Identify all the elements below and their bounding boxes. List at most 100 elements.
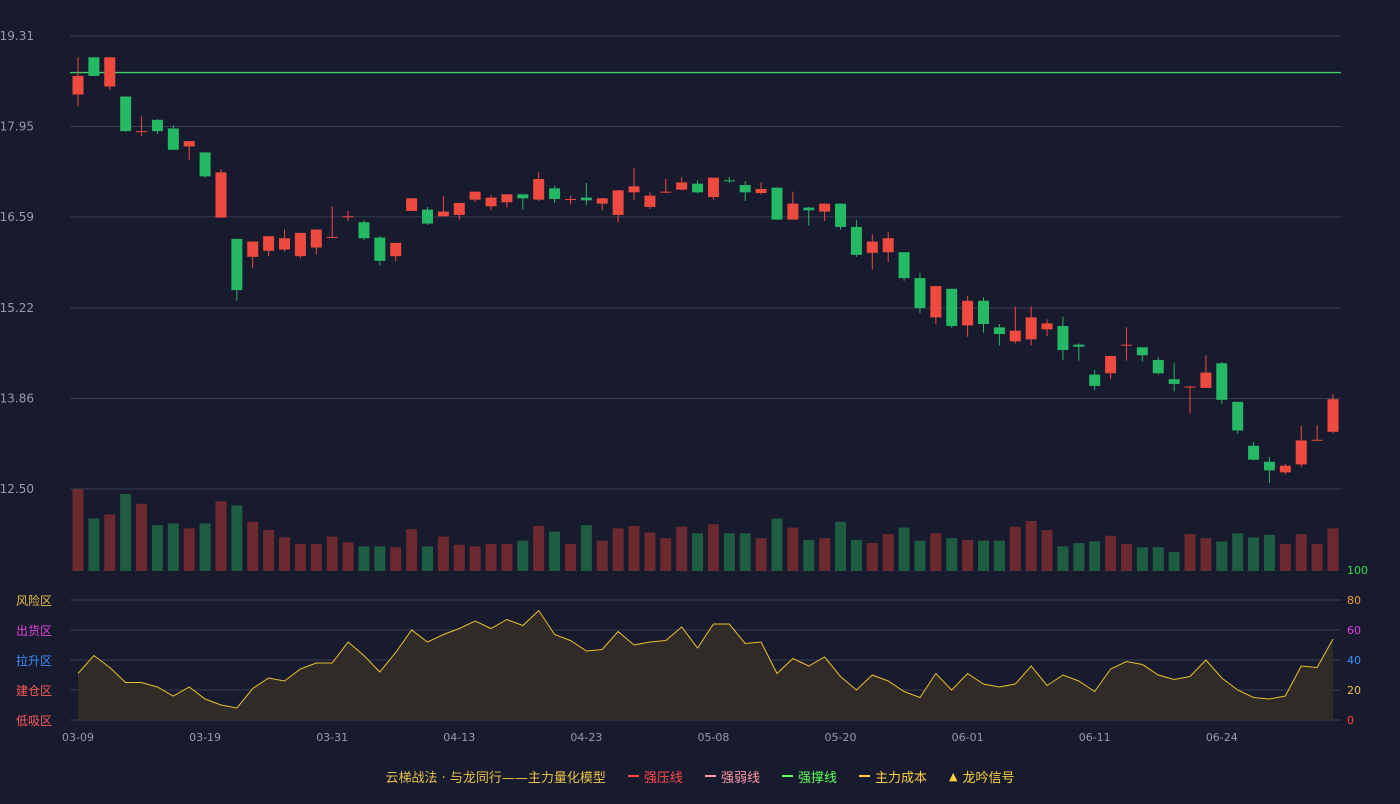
candle-body [1263,461,1275,471]
volume-bar [136,503,148,571]
volume-bar [882,534,894,571]
volume-bar [279,537,291,571]
volume-bar [215,501,227,571]
x-tick-label: 04-13 [443,731,475,744]
candle-body [453,202,465,215]
legend-swatch-main-cost [858,775,870,777]
candle-body [390,242,402,257]
candle-body [1200,372,1212,388]
candle-body [1009,330,1021,342]
volume-bar [120,493,132,571]
volume-bar [1311,543,1323,571]
candle-body [1152,359,1164,374]
volume-bar [1057,546,1069,571]
candle-body [1279,465,1291,473]
volume-bar [850,539,862,571]
legend-label-main-cost: 主力成本 [874,770,927,786]
volume-bar [1295,534,1307,571]
volume-bar [310,543,322,571]
volume-bar [88,518,100,571]
zone-label: 低吸区 [16,714,52,728]
volume-bar [723,533,735,571]
candle-body [1168,379,1180,384]
osc-tick-label: 80 [1347,594,1361,607]
candle-body [771,187,783,220]
candle-body [1295,440,1307,465]
volume-bar [628,525,640,571]
candle-body [962,300,974,326]
volume-bar [533,525,545,571]
zone-label: 拉升区 [16,653,52,668]
candle-body [898,252,910,279]
volume-bar [1263,534,1275,571]
volume-bar [549,531,561,571]
zone-label: 建仓区 [16,684,52,698]
legend-item-main-cost[interactable]: 主力成本 [858,767,927,786]
candle-body [183,141,195,147]
candle-body [517,194,529,199]
volume-bar [755,538,767,571]
volume-bar [1216,541,1228,571]
volume-bar [374,546,386,571]
osc-tick-label: 100 [1347,564,1368,577]
volume-bar [485,543,497,571]
zone-label: 风险区 [16,593,52,608]
volume-bar [1041,530,1053,571]
triangle-up-icon: ▲ [948,769,958,783]
volume-bar [644,532,656,571]
candle-body [612,190,624,215]
x-tick-label: 06-11 [1079,731,1111,744]
candle-body [1073,344,1085,347]
legend-label-strong-support: 强撑线 [797,770,837,786]
price-tick-label: 16.59 [0,210,34,224]
volume-bar [358,546,370,571]
volume-bar [962,539,974,571]
volume-bar [263,530,275,571]
x-tick-label: 05-20 [825,731,857,744]
candle-body [755,188,767,193]
legend-item-strength-line[interactable]: 强弱线 [704,767,760,786]
volume-bar [930,533,942,571]
volume-bar [1279,543,1291,571]
volume-bar [676,526,688,571]
candle-body [247,241,259,257]
candle-body [1136,347,1148,356]
legend-swatch-strength-line [704,775,716,777]
candle-body [660,191,672,193]
legend-swatch-strong-support [781,775,793,777]
candle-body [596,198,608,204]
candle-body [676,182,688,190]
candle-body [104,57,116,87]
volume-bar [294,543,306,571]
candle-body [850,226,862,255]
legend-item-strong-support[interactable]: 强撑线 [781,767,837,786]
volume-bar [866,543,878,571]
candle-body [1105,355,1117,374]
legend-item-dragon-signal[interactable]: ▲ 龙吟信号 [949,767,1014,786]
volume-bar [406,529,418,571]
candle-body [310,229,322,248]
volume-bar [421,546,433,571]
volume-bar [993,540,1005,571]
volume-bar [1105,535,1117,571]
x-tick-label: 06-24 [1206,731,1238,744]
candle-body [199,152,211,177]
volume-bar [151,525,163,571]
candle-body [437,211,449,217]
volume-bar [1232,533,1244,571]
legend-item-strong-pressure[interactable]: 强压线 [627,767,683,786]
candle-body [1041,323,1053,330]
volume-bar [580,525,592,571]
volume-bar [1168,552,1180,571]
volume-bar [914,540,926,571]
volume-bar [1136,547,1148,571]
x-tick-label: 04-23 [570,731,602,744]
candle-body [1184,386,1196,388]
candlestick-chart: 19.31 17.95 16.59 15.22 13.86 12.50 100 80 60 40 2… [0,0,1400,800]
x-tick-label: 03-31 [316,731,348,744]
candle-body [882,238,894,253]
candle-body [72,75,84,95]
legend-label-strong-pressure: 强压线 [643,770,683,786]
zone-label: 出货区 [16,623,52,638]
candle-body [1327,399,1339,432]
